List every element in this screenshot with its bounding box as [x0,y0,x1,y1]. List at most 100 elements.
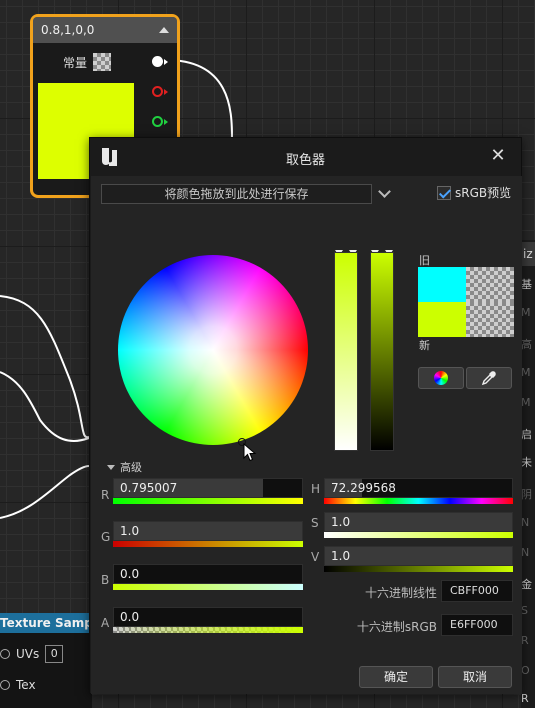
saturation-slider[interactable] [334,252,358,451]
details-item[interactable]: 基 [521,276,532,292]
r-input[interactable]: 0.795007 [113,478,303,498]
details-item[interactable]: 金 [521,576,532,592]
eyedropper-button[interactable] [466,367,512,389]
color-picker-title: 取色器 [285,153,325,168]
g-value: 1.0 [120,524,140,538]
new-color-label: 新 [419,339,430,352]
color-save-dropzone[interactable]: 将颜色拖放到此处进行保存 [101,184,372,204]
advanced-label: 高级 [120,461,142,474]
details-item[interactable]: M [521,306,531,319]
b-input[interactable]: 0.0 [113,564,303,584]
details-item[interactable]: M [521,396,531,409]
hex-srgb-input[interactable]: E6FF000 [441,614,513,636]
h-label: H [311,482,321,496]
old-color-swatch [418,267,466,302]
s-input-fill [325,513,512,531]
s-label: S [311,516,319,530]
output-pin-green[interactable] [152,116,163,127]
color-wheel[interactable] [118,255,308,445]
hex-srgb-label: 十六进制sRGB [356,620,437,634]
v-input-fill [325,547,512,565]
color-wheel-icon [434,371,448,385]
output-pin-red[interactable] [152,86,163,97]
g-label: G [101,530,111,544]
srgb-label: sRGB预览 [455,186,512,200]
collapse-caret-icon[interactable] [159,27,169,33]
details-tab[interactable]: iz [521,242,535,266]
details-item[interactable]: N [521,546,529,559]
s-input[interactable]: 1.0 [324,512,513,532]
constant-output-row: 常量 [63,53,112,71]
tex-input-pin[interactable] [0,680,10,690]
h-value: 72.299568 [331,481,396,495]
new-alpha-swatch [466,302,514,337]
a-gradient-bar[interactable] [113,627,303,633]
color-picker-window[interactable]: 取色器 ✕ 将颜色拖放到此处进行保存 sRGB预览 旧 新 高级 R 0.795… [89,137,522,694]
constant-preview-checker [93,53,112,71]
ok-button[interactable]: 确定 [359,666,433,688]
details-item[interactable]: 高 [521,336,532,352]
details-item[interactable]: S [521,604,528,617]
v-value: 1.0 [331,549,351,563]
uvs-value-field[interactable]: 0 [45,645,64,663]
color-picker-content: 将颜色拖放到此处进行保存 sRGB预览 旧 新 高级 R 0.795007 G … [91,176,522,694]
constant-node-title: 0.8,1,0,0 [41,23,95,37]
srgb-preview-toggle[interactable]: sRGB预览 [437,184,511,201]
old-color-label: 旧 [419,254,430,267]
constant-label: 常量 [63,55,88,70]
h-input[interactable]: 72.299568 [324,478,513,498]
b-gradient-bar[interactable] [113,584,303,590]
cancel-button[interactable]: 取消 [438,666,512,688]
texture-sample-node[interactable]: Texture Sample UVs 0 Tex [0,613,92,708]
color-picker-titlebar[interactable]: 取色器 ✕ [90,138,521,176]
b-value: 0.0 [120,567,140,581]
details-item[interactable]: 启 [521,426,532,442]
v-label: V [311,550,320,564]
eyedropper-icon [481,371,496,386]
v-input[interactable]: 1.0 [324,546,513,566]
g-gradient-bar[interactable] [113,541,303,547]
chevron-down-icon[interactable] [378,185,391,198]
tex-label: Tex [16,678,36,692]
output-pin-red-arrow-icon [164,89,168,95]
hex-linear-input[interactable]: CBFF000 [441,580,513,602]
srgb-checkbox[interactable] [437,185,451,200]
output-pin-arrow-icon [164,59,168,65]
h-gradient-bar[interactable] [324,498,513,504]
details-item[interactable]: M [521,366,531,379]
output-pin-white[interactable] [152,56,163,67]
uvs-label: UVs [16,647,40,661]
details-item[interactable]: 阴 [521,486,532,502]
mouse-cursor-icon [243,443,257,462]
value-slider[interactable] [370,252,394,451]
details-panel-strip: iz 基 M 高 M M 启 未 阴 N N 金 S R O R [521,240,535,708]
g-input-fill [114,522,302,540]
output-pin-green-arrow-icon [164,119,168,125]
uvs-input-pin[interactable] [0,649,10,659]
s-value: 1.0 [331,515,351,529]
color-wheel-button[interactable] [418,367,464,389]
old-alpha-swatch [466,267,514,302]
uvs-pin-row: UVs 0 [0,645,64,663]
g-input[interactable]: 1.0 [113,521,303,541]
close-icon[interactable]: ✕ [489,147,507,165]
advanced-section-toggle[interactable]: 高级 [107,459,142,475]
texture-sample-title: Texture Sample [0,613,92,633]
a-value: 0.0 [120,610,140,624]
details-item[interactable]: O [521,664,530,677]
new-color-swatch [418,302,466,337]
tex-pin-row: Tex [0,678,36,692]
details-item[interactable]: R [521,634,529,647]
hex-linear-label: 十六进制线性 [364,586,437,600]
constant-node-header[interactable]: 0.8,1,0,0 [33,17,177,43]
details-item[interactable]: 未 [521,454,532,470]
a-label: A [101,616,110,630]
v-gradient-bar[interactable] [324,566,513,572]
b-label: B [101,573,110,587]
expand-triangle-icon [107,464,115,470]
details-item[interactable]: N [521,516,529,529]
a-input[interactable]: 0.0 [113,607,303,627]
r-gradient-bar[interactable] [113,498,303,504]
details-item[interactable]: R [521,692,529,705]
s-gradient-bar[interactable] [324,532,513,538]
